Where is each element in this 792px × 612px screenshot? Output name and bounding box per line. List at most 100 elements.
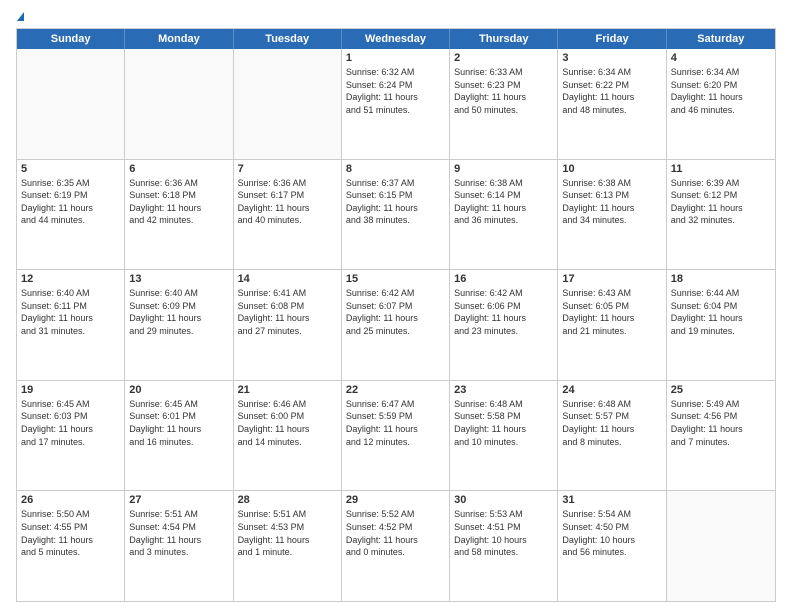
header-saturday: Saturday — [667, 29, 775, 49]
day-cell-17: 17Sunrise: 6:43 AMSunset: 6:05 PMDayligh… — [558, 270, 666, 380]
day-cell-11: 11Sunrise: 6:39 AMSunset: 6:12 PMDayligh… — [667, 160, 775, 270]
day-number: 22 — [346, 384, 445, 396]
cell-text: and 23 minutes. — [454, 325, 553, 338]
day-cell-12: 12Sunrise: 6:40 AMSunset: 6:11 PMDayligh… — [17, 270, 125, 380]
cell-text: and 17 minutes. — [21, 436, 120, 449]
cell-text: and 56 minutes. — [562, 546, 661, 559]
cell-text: Daylight: 11 hours — [21, 534, 120, 547]
day-number: 19 — [21, 384, 120, 396]
cell-text: and 27 minutes. — [238, 325, 337, 338]
cell-text: Sunrise: 6:44 AM — [671, 287, 771, 300]
day-cell-4: 4Sunrise: 6:34 AMSunset: 6:20 PMDaylight… — [667, 49, 775, 159]
cell-text: Daylight: 11 hours — [454, 202, 553, 215]
day-cell-9: 9Sunrise: 6:38 AMSunset: 6:14 PMDaylight… — [450, 160, 558, 270]
cell-text: Daylight: 11 hours — [346, 312, 445, 325]
cell-text: Sunrise: 6:36 AM — [238, 177, 337, 190]
cell-text: and 34 minutes. — [562, 214, 661, 227]
day-number: 4 — [671, 52, 771, 64]
cell-text: Sunset: 6:18 PM — [129, 189, 228, 202]
cell-text: Sunset: 5:57 PM — [562, 410, 661, 423]
header-tuesday: Tuesday — [234, 29, 342, 49]
day-number: 1 — [346, 52, 445, 64]
week-row-3: 12Sunrise: 6:40 AMSunset: 6:11 PMDayligh… — [17, 270, 775, 381]
day-number: 14 — [238, 273, 337, 285]
week-row-2: 5Sunrise: 6:35 AMSunset: 6:19 PMDaylight… — [17, 160, 775, 271]
cell-text: and 48 minutes. — [562, 104, 661, 117]
day-cell-24: 24Sunrise: 6:48 AMSunset: 5:57 PMDayligh… — [558, 381, 666, 491]
cell-text: Sunrise: 6:45 AM — [129, 398, 228, 411]
cell-text: and 5 minutes. — [21, 546, 120, 559]
cell-text: Sunset: 5:58 PM — [454, 410, 553, 423]
cell-text: Sunset: 6:00 PM — [238, 410, 337, 423]
cell-text: and 32 minutes. — [671, 214, 771, 227]
day-cell-30: 30Sunrise: 5:53 AMSunset: 4:51 PMDayligh… — [450, 491, 558, 601]
day-number: 28 — [238, 494, 337, 506]
cell-text: Sunset: 6:09 PM — [129, 300, 228, 313]
cell-text: Sunset: 6:13 PM — [562, 189, 661, 202]
cell-text: Sunrise: 5:51 AM — [238, 508, 337, 521]
cell-text: Daylight: 11 hours — [129, 202, 228, 215]
cell-text: Sunset: 5:59 PM — [346, 410, 445, 423]
cell-text: Sunrise: 6:46 AM — [238, 398, 337, 411]
day-cell-21: 21Sunrise: 6:46 AMSunset: 6:00 PMDayligh… — [234, 381, 342, 491]
cell-text: Daylight: 11 hours — [129, 312, 228, 325]
cell-text: and 8 minutes. — [562, 436, 661, 449]
cell-text: Sunrise: 5:49 AM — [671, 398, 771, 411]
logo — [16, 12, 24, 22]
cell-text: and 38 minutes. — [346, 214, 445, 227]
cell-text: Sunrise: 5:53 AM — [454, 508, 553, 521]
cell-text: Sunrise: 6:47 AM — [346, 398, 445, 411]
cell-text: Daylight: 11 hours — [238, 312, 337, 325]
cell-text: Daylight: 11 hours — [671, 312, 771, 325]
cell-text: and 14 minutes. — [238, 436, 337, 449]
cell-text: Daylight: 11 hours — [454, 423, 553, 436]
day-cell-7: 7Sunrise: 6:36 AMSunset: 6:17 PMDaylight… — [234, 160, 342, 270]
cell-text: Sunset: 4:53 PM — [238, 521, 337, 534]
cell-text: Sunset: 6:20 PM — [671, 79, 771, 92]
day-cell-27: 27Sunrise: 5:51 AMSunset: 4:54 PMDayligh… — [125, 491, 233, 601]
cell-text: Daylight: 11 hours — [21, 423, 120, 436]
week-row-4: 19Sunrise: 6:45 AMSunset: 6:03 PMDayligh… — [17, 381, 775, 492]
day-cell-15: 15Sunrise: 6:42 AMSunset: 6:07 PMDayligh… — [342, 270, 450, 380]
cell-text: Sunrise: 6:37 AM — [346, 177, 445, 190]
cell-text: and 10 minutes. — [454, 436, 553, 449]
cell-text: and 25 minutes. — [346, 325, 445, 338]
empty-cell-4-6 — [667, 491, 775, 601]
cell-text: Sunset: 6:23 PM — [454, 79, 553, 92]
cell-text: Sunset: 6:08 PM — [238, 300, 337, 313]
cell-text: Sunset: 6:07 PM — [346, 300, 445, 313]
cell-text: and 0 minutes. — [346, 546, 445, 559]
cell-text: Sunset: 6:04 PM — [671, 300, 771, 313]
cell-text: Daylight: 11 hours — [562, 202, 661, 215]
day-number: 16 — [454, 273, 553, 285]
day-cell-31: 31Sunrise: 5:54 AMSunset: 4:50 PMDayligh… — [558, 491, 666, 601]
cell-text: Sunrise: 6:42 AM — [454, 287, 553, 300]
day-cell-20: 20Sunrise: 6:45 AMSunset: 6:01 PMDayligh… — [125, 381, 233, 491]
cell-text: Sunset: 6:05 PM — [562, 300, 661, 313]
day-number: 7 — [238, 163, 337, 175]
day-cell-3: 3Sunrise: 6:34 AMSunset: 6:22 PMDaylight… — [558, 49, 666, 159]
cell-text: and 3 minutes. — [129, 546, 228, 559]
cell-text: Daylight: 11 hours — [238, 202, 337, 215]
cell-text: Daylight: 11 hours — [562, 312, 661, 325]
cell-text: Sunset: 6:12 PM — [671, 189, 771, 202]
cell-text: Daylight: 11 hours — [129, 423, 228, 436]
day-cell-23: 23Sunrise: 6:48 AMSunset: 5:58 PMDayligh… — [450, 381, 558, 491]
day-number: 30 — [454, 494, 553, 506]
day-number: 2 — [454, 52, 553, 64]
cell-text: Sunrise: 6:36 AM — [129, 177, 228, 190]
cell-text: Sunset: 6:22 PM — [562, 79, 661, 92]
day-cell-18: 18Sunrise: 6:44 AMSunset: 6:04 PMDayligh… — [667, 270, 775, 380]
cell-text: and 50 minutes. — [454, 104, 553, 117]
cell-text: Sunset: 6:01 PM — [129, 410, 228, 423]
cell-text: Sunrise: 5:52 AM — [346, 508, 445, 521]
cell-text: Sunset: 4:52 PM — [346, 521, 445, 534]
day-number: 26 — [21, 494, 120, 506]
day-number: 13 — [129, 273, 228, 285]
day-cell-29: 29Sunrise: 5:52 AMSunset: 4:52 PMDayligh… — [342, 491, 450, 601]
cell-text: and 31 minutes. — [21, 325, 120, 338]
day-cell-13: 13Sunrise: 6:40 AMSunset: 6:09 PMDayligh… — [125, 270, 233, 380]
day-number: 6 — [129, 163, 228, 175]
day-cell-10: 10Sunrise: 6:38 AMSunset: 6:13 PMDayligh… — [558, 160, 666, 270]
empty-cell-0-0 — [17, 49, 125, 159]
